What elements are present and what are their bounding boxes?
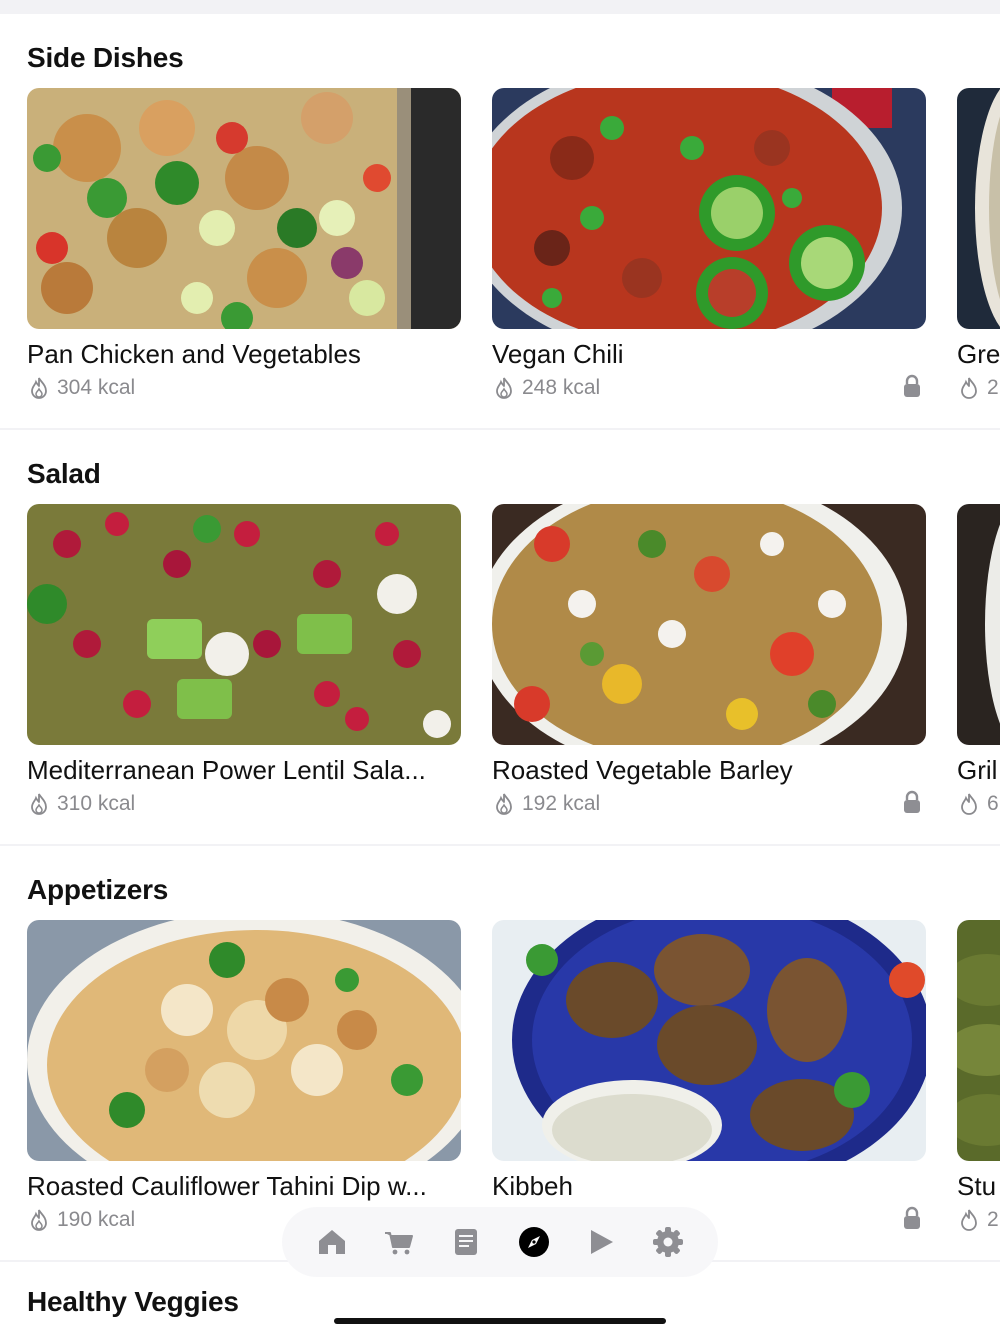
recipe-name[interactable]: Vegan Chili [492,339,926,370]
recipe-card[interactable]: Vegan Chili 248 kcal [492,88,926,418]
recipe-name[interactable]: Stu [957,1171,1000,1202]
tab-videos[interactable] [581,1222,621,1262]
tab-discover[interactable] [514,1222,554,1262]
calorie-text: 190 kcal [57,1208,136,1231]
section-salad: Salad Mediterranean Power Lentil Sala...… [0,430,1000,844]
flame-icon [961,793,977,815]
section-title: Side Dishes [27,42,184,73]
recipe-name[interactable]: Mediterranean Power Lentil Sala... [27,755,461,786]
tab-settings[interactable] [648,1222,688,1262]
calorie-text: 304 kcal [57,376,136,399]
flame-icon [496,793,512,815]
recipe-image[interactable] [957,504,1000,745]
recipe-name[interactable]: Roasted Vegetable Barley [492,755,926,786]
tab-bar [282,1207,718,1277]
calorie-info: 304 kcal [29,376,135,400]
section-title: Healthy Veggies [27,1286,239,1317]
lock-icon [902,790,922,814]
recipe-image[interactable] [957,920,1000,1161]
flame-icon [31,1209,47,1231]
tab-recipes[interactable] [446,1222,486,1262]
recipe-row[interactable]: Roasted Cauliflower Tahini Dip w... 190 … [0,920,1000,1250]
calorie-text: 2 [987,1208,999,1231]
section-side-dishes: Side Dishes Pan Chicken and Vegetables 3… [0,14,1000,428]
compass-icon [518,1227,549,1257]
calorie-text: 248 kcal [522,376,601,399]
calorie-info: 6 [959,792,999,816]
calorie-text: 310 kcal [57,792,136,815]
recipe-image[interactable] [27,920,461,1161]
recipe-card[interactable]: Gril 6 [957,504,1000,834]
calorie-info: 248 kcal [494,376,600,400]
recipe-name[interactable]: Gre [957,339,1000,370]
recipe-image[interactable] [957,88,1000,329]
flame-icon [496,377,512,399]
home-indicator[interactable] [334,1318,666,1324]
calorie-info: 2 [959,1208,999,1232]
recipe-card[interactable]: Mediterranean Power Lentil Sala... 310 k… [27,504,461,834]
calorie-info: 192 kcal [494,792,600,816]
recipe-row[interactable]: Pan Chicken and Vegetables 304 kcal Vega… [0,88,1000,418]
recipe-image[interactable] [27,504,461,745]
recipe-name[interactable]: Roasted Cauliflower Tahini Dip w... [27,1171,461,1202]
lock-icon [902,1206,922,1230]
tab-home[interactable] [312,1222,352,1262]
recipe-image[interactable] [492,920,926,1161]
play-icon [590,1230,613,1254]
recipe-card[interactable]: Pan Chicken and Vegetables 304 kcal [27,88,461,418]
section-appetizers: Appetizers Roasted Cauliflower Tahini Di… [0,846,1000,1260]
calorie-text: 6 [987,792,999,815]
flame-icon [31,793,47,815]
home-icon [318,1230,345,1254]
recipe-card[interactable]: Stu 2 [957,920,1000,1250]
recipe-name[interactable]: Gril [957,755,1000,786]
section-title: Appetizers [27,874,169,905]
recipe-image[interactable] [492,88,926,329]
flame-icon [961,1209,977,1231]
recipe-card[interactable]: Kibbeh [492,920,926,1250]
recipe-image[interactable] [27,88,461,329]
flame-icon [31,377,47,399]
calorie-text: 192 kcal [522,792,601,815]
recipe-card[interactable]: Gre 2 [957,88,1000,418]
recipe-name[interactable]: Pan Chicken and Vegetables [27,339,461,370]
recipe-card[interactable]: Roasted Cauliflower Tahini Dip w... 190 … [27,920,461,1250]
calorie-info: 310 kcal [29,792,135,816]
calorie-info: 190 kcal [29,1208,135,1232]
book-icon [455,1229,478,1255]
calorie-text: 2 [987,376,999,399]
lock-icon [902,374,922,398]
recipe-name[interactable]: Kibbeh [492,1171,926,1202]
top-spacer [0,0,1000,14]
calorie-info: 2 [959,376,999,400]
recipe-card[interactable]: Roasted Vegetable Barley 192 kcal [492,504,926,834]
cart-icon [384,1232,413,1255]
recipe-row[interactable]: Mediterranean Power Lentil Sala... 310 k… [0,504,1000,834]
section-title: Salad [27,458,101,489]
flame-icon [961,377,977,399]
recipe-image[interactable] [492,504,926,745]
tab-shopping[interactable] [379,1222,419,1262]
gear-icon [653,1227,684,1257]
